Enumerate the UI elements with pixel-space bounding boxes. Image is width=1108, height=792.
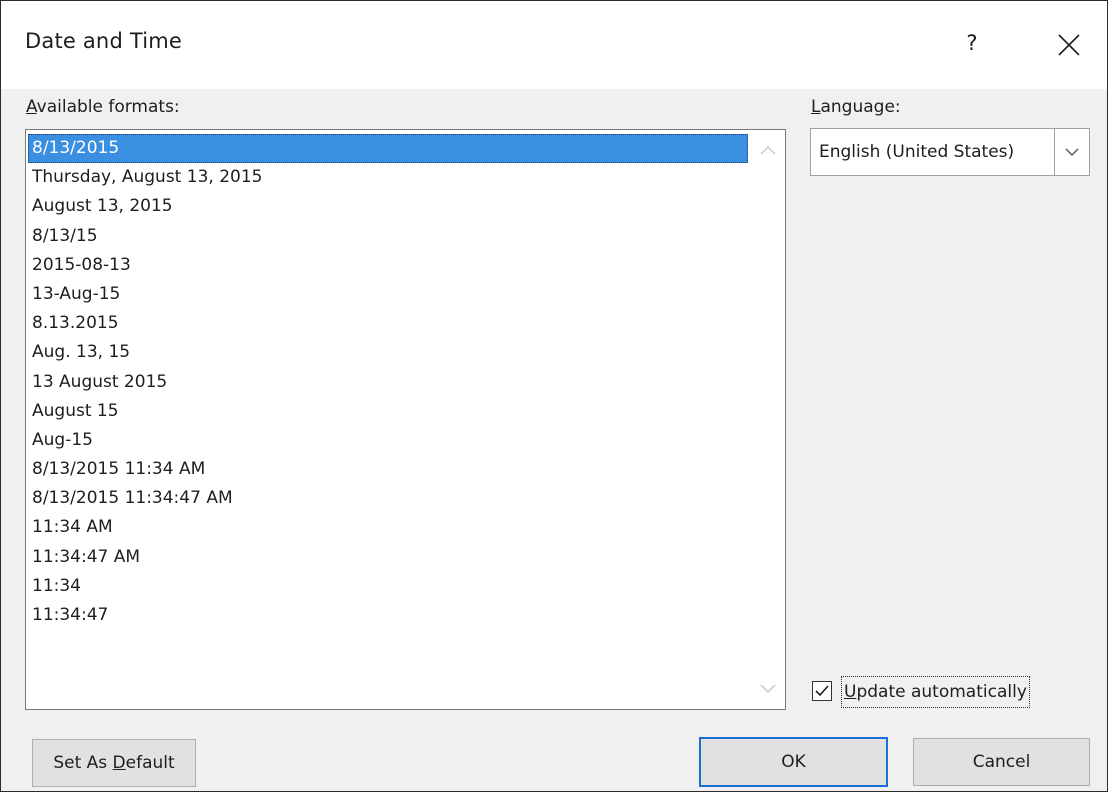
update-accel: U xyxy=(844,682,857,702)
formats-listbox[interactable]: 8/13/2015 Thursday, August 13, 2015 August… xyxy=(25,129,786,710)
update-automatically-label[interactable]: Update automatically xyxy=(841,676,1030,708)
available-formats-label: Available formats: xyxy=(26,97,180,117)
ok-button[interactable]: OK xyxy=(699,737,888,787)
set-as-default-accel: D xyxy=(112,753,126,773)
format-list-item[interactable]: 11:34 AM xyxy=(28,513,748,542)
update-label-text: pdate automatically xyxy=(856,682,1027,702)
vertical-scrollbar[interactable] xyxy=(750,130,785,709)
format-list-item[interactable]: 8/13/2015 11:34 AM xyxy=(28,455,748,484)
format-list-item[interactable]: 11:34:47 xyxy=(28,601,748,630)
scroll-up-arrow-icon[interactable] xyxy=(759,144,777,156)
checkbox-box[interactable] xyxy=(812,681,832,701)
format-list-item[interactable]: August 13, 2015 xyxy=(28,192,748,221)
close-button[interactable] xyxy=(1047,23,1091,67)
close-icon xyxy=(1058,34,1080,56)
help-button[interactable]: ? xyxy=(951,19,993,67)
format-list-item[interactable]: 11:34 xyxy=(28,572,748,601)
available-formats-label-text: vailable formats: xyxy=(36,97,180,117)
cancel-button[interactable]: Cancel xyxy=(913,738,1090,786)
dialog-title: Date and Time xyxy=(25,29,183,53)
format-list-item[interactable]: 11:34:47 AM xyxy=(28,543,748,572)
format-list-item[interactable]: 13 August 2015 xyxy=(28,368,748,397)
scroll-down-arrow-icon[interactable] xyxy=(759,683,777,695)
format-list-item[interactable]: August 15 xyxy=(28,397,748,426)
language-label: Language: xyxy=(811,97,901,117)
language-select-value: English (United States) xyxy=(819,142,1015,162)
chevron-down-icon xyxy=(1065,148,1079,156)
format-list-item[interactable]: 13-Aug-15 xyxy=(28,280,748,309)
set-as-default-pre: Set As xyxy=(53,753,113,773)
language-label-text: anguage: xyxy=(820,97,901,117)
language-dropdown-button[interactable] xyxy=(1054,129,1089,175)
set-as-default-post: efault xyxy=(125,753,175,773)
format-list-item[interactable]: Aug. 13, 15 xyxy=(28,338,748,367)
available-formats-accel: A xyxy=(26,97,37,117)
format-list-item[interactable]: 8/13/15 xyxy=(28,222,748,251)
language-select[interactable]: English (United States) xyxy=(810,128,1090,176)
set-as-default-button[interactable]: Set As Default xyxy=(32,739,196,787)
format-list-item[interactable]: 2015-08-13 xyxy=(28,251,748,280)
date-and-time-dialog: Date and Time ? Available formats: 8/13/… xyxy=(0,0,1108,792)
checkmark-icon xyxy=(815,685,829,697)
format-list-item[interactable]: 8.13.2015 xyxy=(28,309,748,338)
format-list-item[interactable]: Thursday, August 13, 2015 xyxy=(28,163,748,192)
format-list-item[interactable]: Aug-15 xyxy=(28,426,748,455)
format-list-item[interactable]: 8/13/2015 11:34:47 AM xyxy=(28,484,748,513)
format-list-item[interactable]: 8/13/2015 xyxy=(28,134,748,164)
title-bar: Date and Time ? xyxy=(1,1,1107,89)
formats-list: 8/13/2015 Thursday, August 13, 2015 August… xyxy=(28,134,748,630)
